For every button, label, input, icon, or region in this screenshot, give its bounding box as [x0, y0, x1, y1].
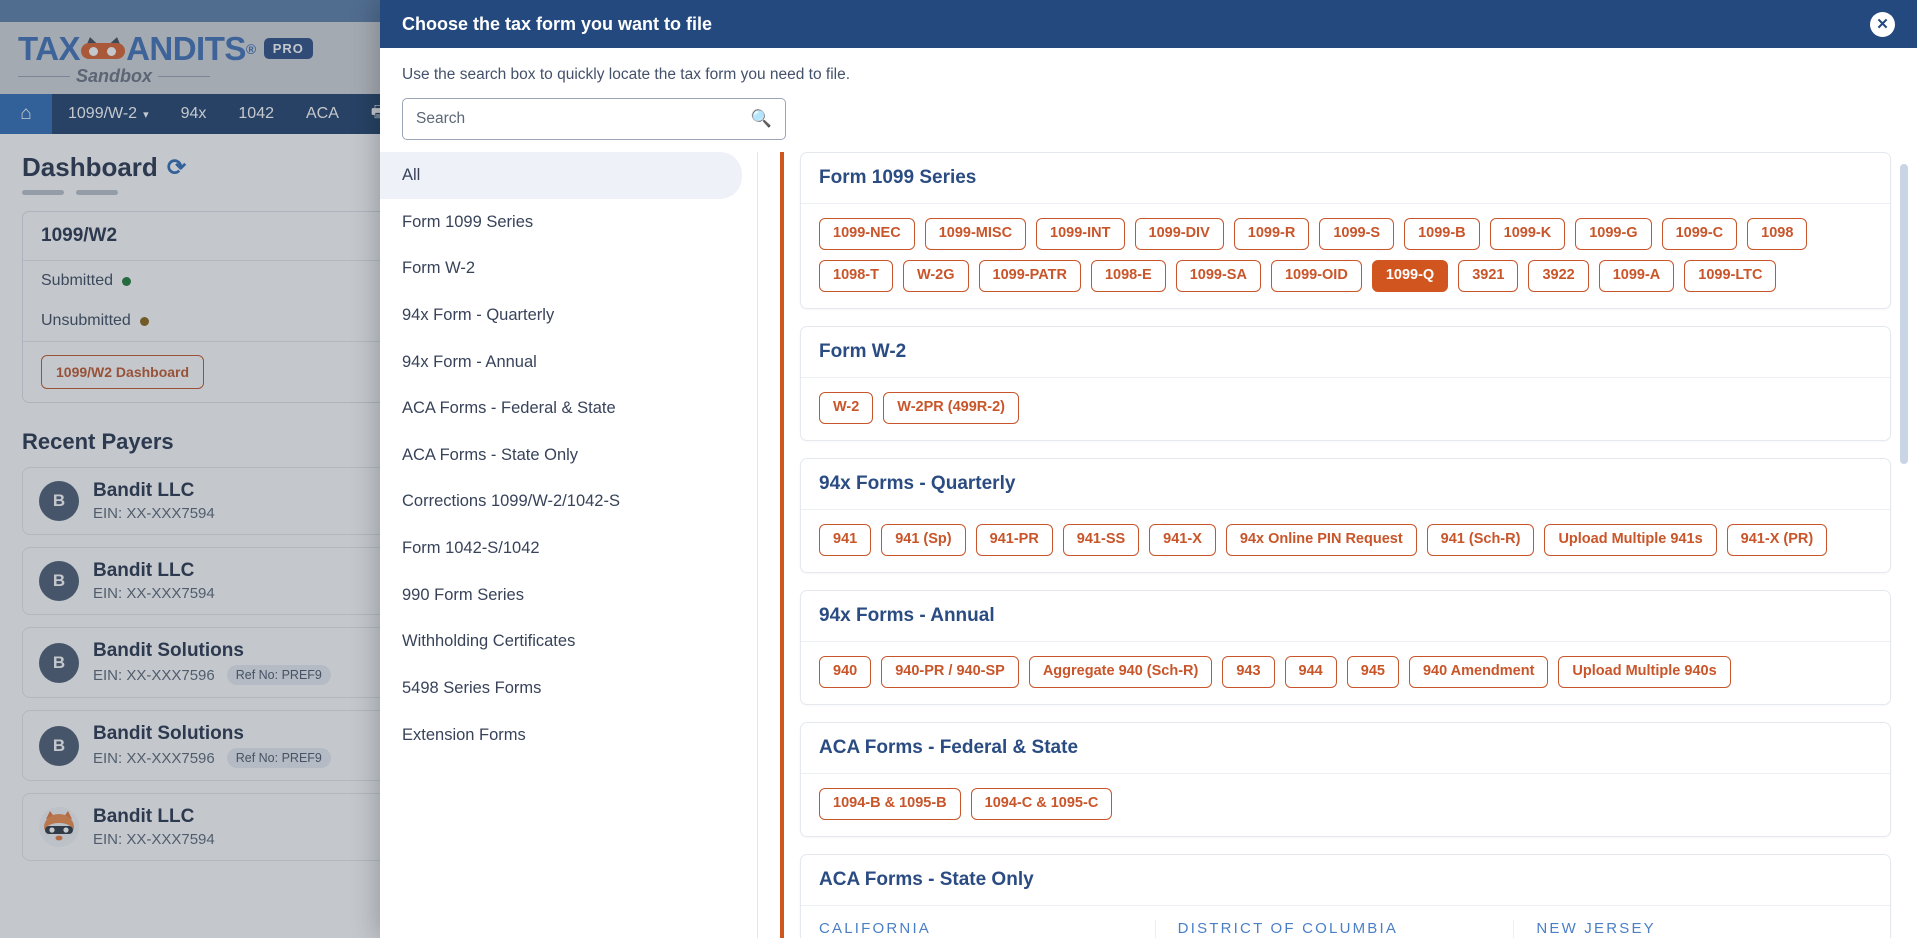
state-column-new-jersey: NEW JERSEY 1094-B & 1095-B 1094-C & 1095…: [1513, 919, 1872, 938]
form-chip-941-pr[interactable]: 941-PR: [975, 523, 1053, 556]
form-chip-94x-online-pin-request[interactable]: 94x Online PIN Request: [1225, 523, 1417, 556]
form-chip-1099-oid[interactable]: 1099-OID: [1270, 259, 1362, 292]
form-chip-944[interactable]: 944: [1284, 655, 1337, 688]
form-chip-3922[interactable]: 3922: [1528, 259, 1589, 292]
form-chip-w-2g[interactable]: W-2G: [902, 259, 969, 292]
state-column-district-of-columbia: DISTRICT OF COLUMBIA 1094-B & 1095-B 109…: [1154, 919, 1514, 938]
form-chip-1099-c[interactable]: 1099-C: [1661, 218, 1738, 250]
category-item-withholding-certificates[interactable]: Withholding Certificates: [380, 618, 757, 665]
form-chip-1094-c-1095-c[interactable]: 1094-C & 1095-C: [970, 787, 1113, 820]
form-chip-1098-e[interactable]: 1098-E: [1090, 259, 1166, 292]
form-chip-1099-s[interactable]: 1099-S: [1319, 218, 1395, 250]
form-chip-940-amendment[interactable]: 940 Amendment: [1408, 655, 1549, 688]
category-item-94x-annual[interactable]: 94x Form - Annual: [380, 339, 757, 386]
group-body: 941 941 (Sp) 941-PR 941-SS 941-X 94x Onl…: [801, 510, 1890, 572]
form-chip-3921[interactable]: 3921: [1458, 259, 1519, 292]
state-name: NEW JERSEY: [1536, 919, 1656, 937]
form-group-1099-series: Form 1099 Series 1099-NEC 1099-MISC 1099…: [800, 152, 1891, 309]
modal-subtitle: Use the search box to quickly locate the…: [402, 66, 851, 83]
group-body: 940 940-PR / 940-SP Aggregate 940 (Sch-R…: [801, 642, 1890, 704]
form-chip-941-x[interactable]: 941-X: [1149, 523, 1216, 556]
choose-tax-form-modal: Choose the tax form you want to file ✕ U…: [380, 0, 1917, 938]
form-chip-943[interactable]: 943: [1222, 655, 1275, 688]
category-item-aca-federal-state[interactable]: ACA Forms - Federal & State: [380, 385, 757, 432]
group-title: Form W-2: [801, 327, 1890, 378]
group-title: 94x Forms - Annual: [801, 591, 1890, 642]
group-title: 94x Forms - Quarterly: [801, 459, 1890, 510]
form-chip-1099-a[interactable]: 1099-A: [1598, 259, 1675, 292]
form-chip-w-2pr[interactable]: W-2PR (499R-2): [883, 391, 1019, 424]
group-title: ACA Forms - Federal & State: [801, 723, 1890, 774]
category-item-all[interactable]: All: [380, 152, 742, 199]
category-list[interactable]: All Form 1099 Series Form W-2 94x Form -…: [380, 152, 758, 938]
group-title: ACA Forms - State Only: [801, 855, 1890, 906]
form-group-aca-federal-state: ACA Forms - Federal & State 1094-B & 109…: [800, 721, 1891, 837]
modal-title: Choose the tax form you want to file: [402, 13, 713, 34]
form-chip-1099-misc[interactable]: 1099-MISC: [924, 218, 1027, 250]
form-chip-941-sch-r[interactable]: 941 (Sch-R): [1426, 523, 1535, 556]
search-wrapper: 🔍: [380, 84, 1917, 140]
form-chip-1099-q[interactable]: 1099-Q: [1371, 259, 1449, 292]
form-group-aca-state-only: ACA Forms - State Only CALIFORNIA 1094-B…: [800, 853, 1891, 938]
state-columns: CALIFORNIA 1094-B & 1095-B 1094-C & 1095…: [801, 906, 1890, 938]
category-item-94x-quarterly[interactable]: 94x Form - Quarterly: [380, 292, 757, 339]
form-chip-941-x-pr[interactable]: 941-X (PR): [1726, 523, 1828, 556]
form-chip-upload-multiple-940s[interactable]: Upload Multiple 940s: [1558, 655, 1731, 688]
category-item-corrections[interactable]: Corrections 1099/W-2/1042-S: [380, 478, 757, 525]
vertical-scrollbar[interactable]: [1900, 164, 1908, 464]
form-group-94x-annual: 94x Forms - Annual 940 940-PR / 940-SP A…: [800, 589, 1891, 705]
category-item-form-1099-series[interactable]: Form 1099 Series: [380, 199, 757, 246]
form-chip-1098-t[interactable]: 1098-T: [819, 259, 893, 292]
forms-inner: Form 1099 Series 1099-NEC 1099-MISC 1099…: [780, 152, 1891, 938]
forms-pane[interactable]: Form 1099 Series 1099-NEC 1099-MISC 1099…: [758, 152, 1917, 938]
form-chip-aggregate-940[interactable]: Aggregate 940 (Sch-R): [1028, 655, 1213, 688]
form-chip-1099-r[interactable]: 1099-R: [1233, 218, 1310, 250]
form-chip-1099-nec[interactable]: 1099-NEC: [819, 218, 915, 250]
category-item-990-series[interactable]: 990 Form Series: [380, 572, 757, 619]
form-chip-1099-patr[interactable]: 1099-PATR: [978, 259, 1081, 292]
form-chip-941-sp[interactable]: 941 (Sp): [881, 523, 966, 556]
category-item-extension-forms[interactable]: Extension Forms: [380, 712, 757, 759]
category-item-form-w-2[interactable]: Form W-2: [380, 245, 757, 292]
search-icon[interactable]: 🔍: [751, 109, 772, 129]
form-chip-1099-int[interactable]: 1099-INT: [1036, 218, 1125, 250]
form-chip-940[interactable]: 940: [819, 655, 872, 688]
modal-header: Choose the tax form you want to file ✕: [380, 0, 1917, 48]
form-chip-1099-div[interactable]: 1099-DIV: [1134, 218, 1224, 250]
group-title: Form 1099 Series: [801, 153, 1890, 204]
category-item-aca-state-only[interactable]: ACA Forms - State Only: [380, 432, 757, 479]
form-chip-w-2[interactable]: W-2: [819, 391, 874, 424]
form-chip-1099-b[interactable]: 1099-B: [1404, 218, 1480, 250]
form-chip-1099-ltc[interactable]: 1099-LTC: [1684, 259, 1777, 292]
form-chip-1094-b-1095-b[interactable]: 1094-B & 1095-B: [819, 787, 961, 820]
form-chip-1099-sa[interactable]: 1099-SA: [1175, 259, 1261, 292]
form-chip-940-pr-sp[interactable]: 940-PR / 940-SP: [881, 655, 1019, 688]
form-chip-941[interactable]: 941: [819, 523, 872, 556]
group-body: W-2 W-2PR (499R-2): [801, 378, 1890, 440]
group-body: 1099-NEC 1099-MISC 1099-INT 1099-DIV 109…: [801, 204, 1890, 308]
category-item-form-1042s[interactable]: Form 1042-S/1042: [380, 525, 757, 572]
state-column-california: CALIFORNIA 1094-B & 1095-B 1094-C & 1095…: [819, 920, 1155, 938]
form-group-w-2: Form W-2 W-2 W-2PR (499R-2): [800, 325, 1891, 441]
state-name: DISTRICT OF COLUMBIA: [1177, 919, 1399, 937]
group-body: 1094-B & 1095-B 1094-C & 1095-C: [801, 774, 1890, 836]
form-chip-945[interactable]: 945: [1346, 655, 1399, 688]
form-chip-1099-k[interactable]: 1099-K: [1489, 218, 1566, 250]
form-chip-upload-multiple-941s[interactable]: Upload Multiple 941s: [1544, 523, 1717, 556]
form-chip-1099-g[interactable]: 1099-G: [1575, 218, 1652, 250]
modal-body: All Form 1099 Series Form W-2 94x Form -…: [380, 140, 1917, 938]
form-chip-1098[interactable]: 1098: [1747, 218, 1808, 250]
form-group-94x-quarterly: 94x Forms - Quarterly 941 941 (Sp) 941-P…: [800, 457, 1891, 573]
form-chip-941-ss[interactable]: 941-SS: [1062, 523, 1140, 556]
search-box[interactable]: 🔍: [402, 98, 786, 140]
search-input[interactable]: [416, 110, 743, 128]
close-icon[interactable]: ✕: [1870, 11, 1895, 37]
state-name: CALIFORNIA: [819, 919, 932, 937]
category-item-5498-series[interactable]: 5498 Series Forms: [380, 665, 757, 712]
